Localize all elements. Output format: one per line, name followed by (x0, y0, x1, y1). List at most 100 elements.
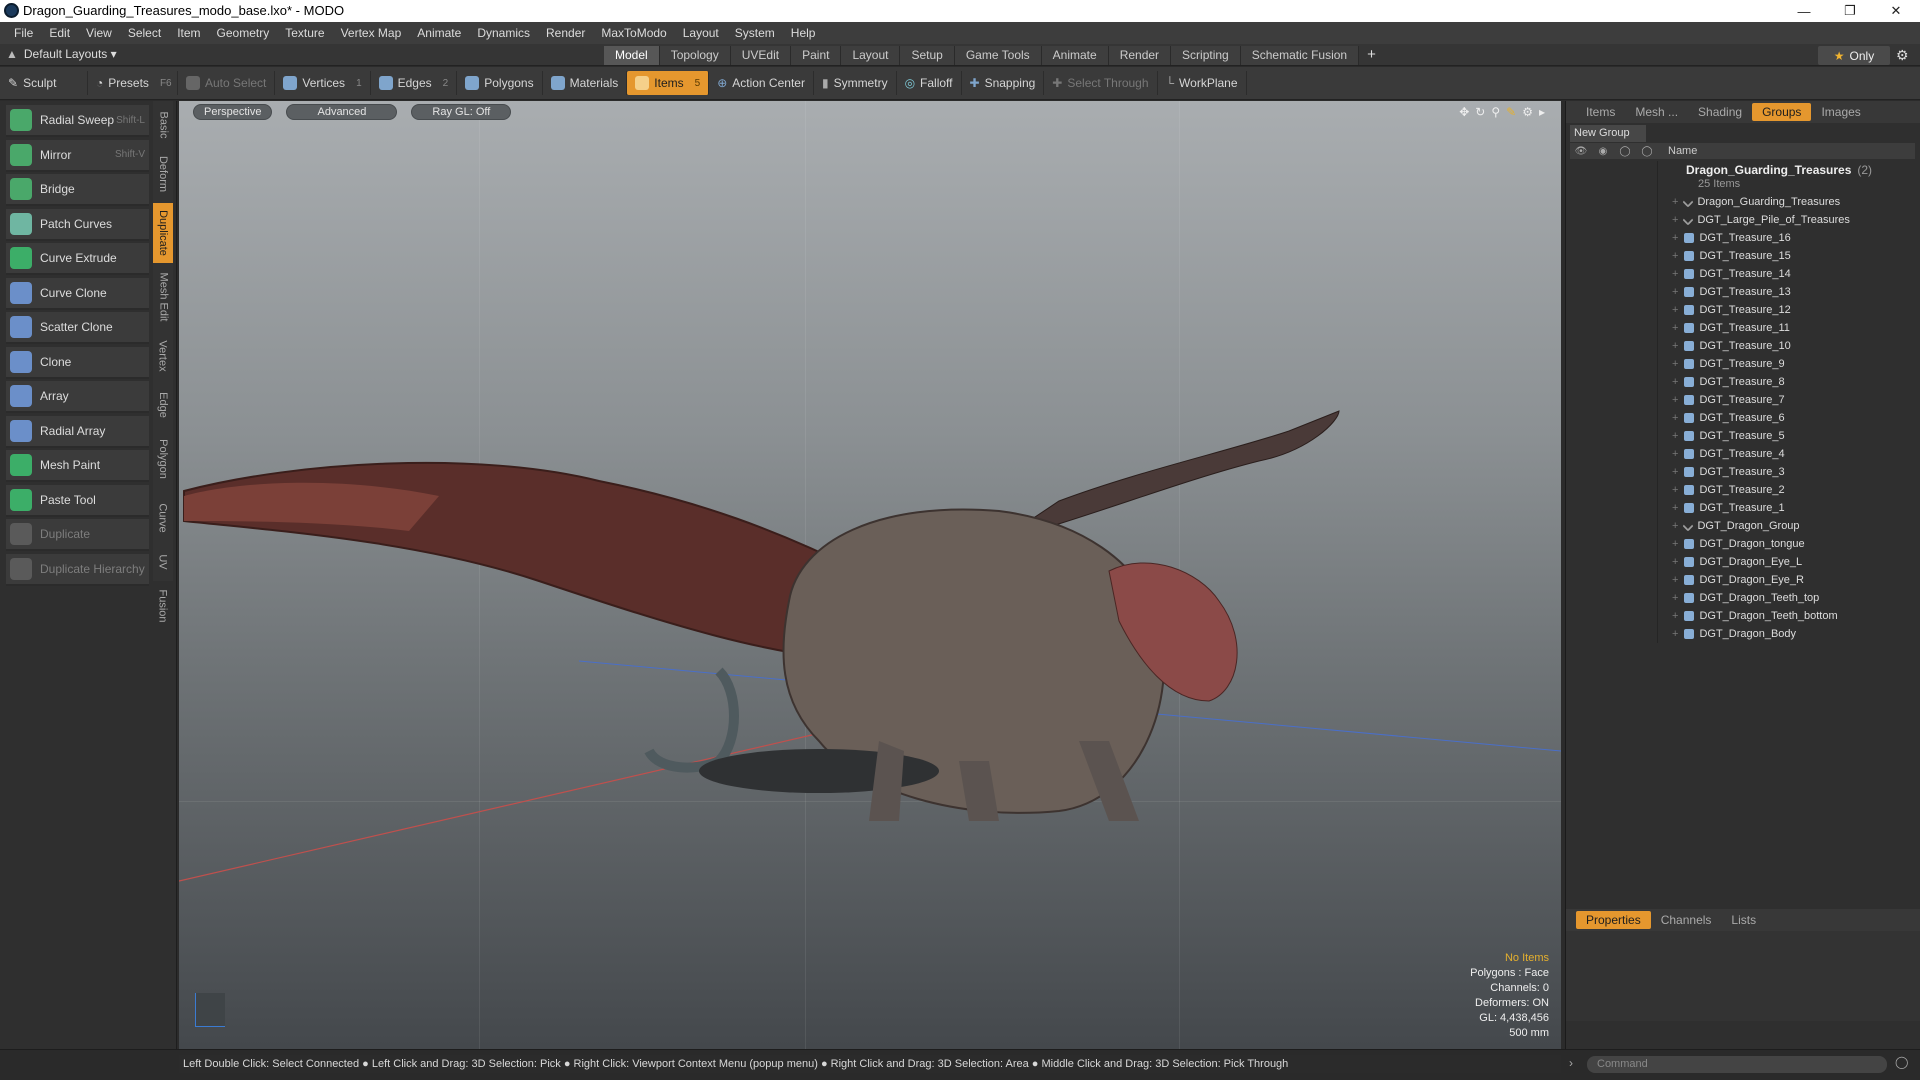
action-center-button[interactable]: ⊕ Action Center (709, 71, 814, 95)
tool-paste-tool[interactable]: Paste Tool (6, 484, 149, 517)
tree-item-row[interactable]: + DGT_Dragon_Group (1570, 517, 1915, 535)
snapping-button[interactable]: ✚ Snapping (962, 71, 1045, 95)
menu-maxtomodo[interactable]: MaxToModo (593, 26, 674, 40)
tree-item-row[interactable]: + DGT_Treasure_1 (1570, 499, 1915, 517)
menu-texture[interactable]: Texture (277, 26, 332, 40)
props-tab-properties[interactable]: Properties (1576, 911, 1651, 929)
tab-render[interactable]: Render (1108, 46, 1172, 65)
tab-animate[interactable]: Animate (1041, 46, 1109, 65)
tree-item-row[interactable]: + DGT_Treasure_5 (1570, 427, 1915, 445)
tree-item-row[interactable]: + DGT_Dragon_tongue (1570, 535, 1915, 553)
menu-render[interactable]: Render (538, 26, 593, 40)
tree-item-row[interactable]: + DGT_Treasure_4 (1570, 445, 1915, 463)
tool-array[interactable]: Array (6, 381, 149, 413)
tree-item-row[interactable]: + DGT_Treasure_13 (1570, 283, 1915, 301)
tab-scripting[interactable]: Scripting (1171, 46, 1241, 65)
tree-item-row[interactable]: + DGT_Dragon_Teeth_top (1570, 589, 1915, 607)
tab-topology[interactable]: Topology (659, 46, 731, 65)
expand-icon[interactable]: + (1672, 502, 1678, 514)
tab-game-tools[interactable]: Game Tools (954, 46, 1042, 65)
menu-layout[interactable]: Layout (675, 26, 727, 40)
tool-bridge[interactable]: Bridge (6, 174, 149, 206)
tree-item-row[interactable]: + DGT_Treasure_11 (1570, 319, 1915, 337)
auto-select-button[interactable]: Auto Select (178, 71, 276, 95)
presets-button[interactable]: ◔ Presets F6 (88, 71, 178, 95)
vertices-button[interactable]: Vertices 1 (275, 71, 371, 95)
expand-arrow-icon[interactable]: ▸ (1539, 105, 1545, 119)
tree-item-row[interactable]: + DGT_Treasure_8 (1570, 373, 1915, 391)
tree-item-row[interactable]: + DGT_Treasure_7 (1570, 391, 1915, 409)
close-button[interactable]: ✕ (1873, 0, 1919, 22)
tab-setup[interactable]: Setup (900, 46, 955, 65)
expand-icon[interactable]: + (1672, 538, 1678, 550)
menu-select[interactable]: Select (120, 26, 169, 40)
expand-icon[interactable]: + (1672, 466, 1678, 478)
minimize-button[interactable]: — (1781, 0, 1827, 22)
menu-vertex-map[interactable]: Vertex Map (333, 26, 410, 40)
menu-geometry[interactable]: Geometry (209, 26, 278, 40)
panel-tab-shading[interactable]: Shading (1688, 103, 1752, 121)
tool-scatter-clone[interactable]: Scatter Clone (6, 312, 149, 344)
expand-icon[interactable]: + (1672, 556, 1678, 568)
raygl-dropdown[interactable]: Ray GL: Off (411, 104, 512, 120)
category-tab-deform[interactable]: Deform (153, 149, 173, 199)
props-tab-channels[interactable]: Channels (1651, 911, 1722, 929)
category-tab-fusion[interactable]: Fusion (153, 581, 173, 631)
tool-curve-extrude[interactable]: Curve Extrude (6, 243, 149, 275)
category-tab-curve[interactable]: Curve (153, 493, 173, 543)
materials-button[interactable]: Materials (543, 71, 628, 95)
3d-viewport[interactable]: Perspective Advanced Ray GL: Off ✥ ↻ ⚲ ✎… (179, 101, 1561, 1049)
tool-patch-curves[interactable]: Patch Curves (6, 208, 149, 241)
category-tab-edge[interactable]: Edge (153, 385, 173, 425)
panel-tab-items[interactable]: Items (1576, 103, 1625, 121)
falloff-button[interactable]: ◎ Falloff (897, 71, 962, 95)
edges-button[interactable]: Edges 2 (371, 71, 458, 95)
expand-icon[interactable]: + (1672, 520, 1678, 532)
expand-icon[interactable]: + (1672, 628, 1678, 640)
expand-icon[interactable]: + (1672, 232, 1678, 244)
select-through-button[interactable]: ✚ Select Through (1044, 71, 1158, 95)
expand-icon[interactable]: + (1672, 340, 1678, 352)
menu-edit[interactable]: Edit (41, 26, 78, 40)
tree-item-row[interactable]: + DGT_Treasure_10 (1570, 337, 1915, 355)
tree-item-row[interactable]: + DGT_Treasure_2 (1570, 481, 1915, 499)
props-tab-lists[interactable]: Lists (1721, 911, 1766, 929)
expand-icon[interactable]: + (1672, 430, 1678, 442)
pencil-icon[interactable]: ✎ (1506, 105, 1516, 119)
record-icon[interactable]: ◯ (1895, 1055, 1908, 1069)
tool-clone[interactable]: Clone (6, 346, 149, 379)
command-input[interactable]: Command (1587, 1056, 1887, 1073)
expand-icon[interactable]: + (1672, 394, 1678, 406)
expand-icon[interactable]: + (1672, 448, 1678, 460)
menu-animate[interactable]: Animate (409, 26, 469, 40)
tree-item-row[interactable]: + DGT_Treasure_12 (1570, 301, 1915, 319)
tool-curve-clone[interactable]: Curve Clone (6, 277, 149, 310)
menu-file[interactable]: File (6, 26, 41, 40)
tree-item-row[interactable]: + Dragon_Guarding_Treasures (1570, 193, 1915, 211)
tree-item-row[interactable]: + DGT_Large_Pile_of_Treasures (1570, 211, 1915, 229)
sculpt-button[interactable]: ✎ Sculpt (0, 71, 88, 95)
tree-item-row[interactable]: + DGT_Treasure_6 (1570, 409, 1915, 427)
tree-item-row[interactable]: + DGT_Dragon_Eye_L (1570, 553, 1915, 571)
lock-col-icon[interactable]: ◯ (1614, 146, 1636, 157)
category-tab-uv[interactable]: UV (153, 547, 173, 577)
expand-icon[interactable]: + (1672, 376, 1678, 388)
expand-icon[interactable]: + (1672, 322, 1678, 334)
tool-mesh-paint[interactable]: Mesh Paint (6, 450, 149, 482)
tree-item-row[interactable]: + DGT_Dragon_Body (1570, 625, 1915, 643)
zoom-icon[interactable]: ⚲ (1491, 105, 1500, 119)
expand-icon[interactable]: + (1672, 250, 1678, 262)
category-tab-vertex[interactable]: Vertex (153, 331, 173, 381)
category-tab-duplicate[interactable]: Duplicate (153, 203, 173, 263)
expand-icon[interactable]: + (1672, 592, 1678, 604)
tab-uvedit[interactable]: UVEdit (730, 46, 792, 65)
panel-tab-images[interactable]: Images (1811, 103, 1870, 121)
tool-mirror[interactable]: Mirror Shift-V (6, 139, 149, 172)
tree-item-row[interactable]: + DGT_Treasure_9 (1570, 355, 1915, 373)
expand-icon[interactable]: + (1672, 484, 1678, 496)
expand-icon[interactable]: + (1672, 574, 1678, 586)
tab-layout[interactable]: Layout (841, 46, 901, 65)
expand-icon[interactable]: + (1672, 196, 1678, 208)
advanced-dropdown[interactable]: Advanced (286, 104, 398, 120)
tree-item-row[interactable]: + DGT_Dragon_Eye_R (1570, 571, 1915, 589)
